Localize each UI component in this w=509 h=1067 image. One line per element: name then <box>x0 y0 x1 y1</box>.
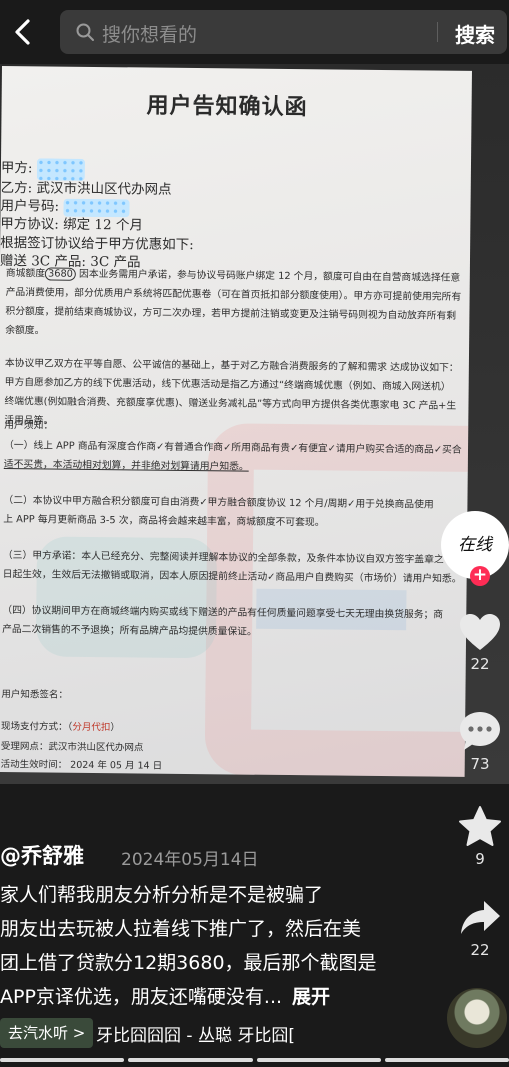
notice-1: （一）线上 APP 商品有深度合作商✓有普通合作商✓所用商品有贵✓有便宜✓请用户… <box>3 440 462 473</box>
post-date: 2024年05月14日 <box>121 850 259 870</box>
search-box[interactable]: 搜你想看的 搜索 <box>60 10 507 54</box>
chevron-left-icon <box>15 19 30 45</box>
notice-2: （二）本协议中甲方融合积分额度可自由消费✓甲方融合额度协议 12 个月/周期✓用… <box>3 495 434 529</box>
post-image[interactable]: 用户告知确认函 甲方: 乙方: 武汉市洪山区代办网点 用户号码: 甲方协议: 绑… <box>0 64 509 784</box>
share-count: 22 <box>470 941 490 959</box>
follow-button[interactable]: + <box>470 566 490 586</box>
heart-icon <box>460 614 500 650</box>
post-description[interactable]: 家人们帮我朋友分析分析是不是被骗了 朋友出去玩被人拉着线下推广了，然后在美 团上… <box>0 878 440 1014</box>
payment-method: 现场支付方式：（分月代扣） <box>1 721 120 734</box>
search-input[interactable]: 搜你想看的 <box>102 20 197 47</box>
music-title[interactable]: 牙比囧囧囧 - 丛聪 牙比囧[ <box>96 1021 295 1046</box>
progress-segment <box>384 1058 509 1062</box>
share-button[interactable]: 22 <box>455 898 505 959</box>
top-bar: 搜你想看的 搜索 <box>0 0 509 64</box>
notice-4: （四）协议期间甲方在商城终端内购买或线下赠送的产品有任何质量问题享受七天无理由换… <box>2 605 444 638</box>
comment-button[interactable]: 73 <box>455 710 505 773</box>
document-paper: 用户告知确认函 甲方: 乙方: 武汉市洪山区代办网点 用户号码: 甲方协议: 绑… <box>0 66 472 777</box>
venue-line: 受理网点：武汉市洪山区代办网点 <box>0 741 144 754</box>
expand-link[interactable]: 展开 <box>292 986 330 1008</box>
music-disc-icon[interactable] <box>447 988 507 1048</box>
favorite-button[interactable]: 9 <box>455 805 505 868</box>
like-button[interactable]: 22 <box>455 612 505 673</box>
comment-count: 73 <box>470 755 490 773</box>
share-arrow-icon <box>461 901 500 934</box>
search-icon <box>76 23 94 41</box>
search-divider <box>437 22 438 42</box>
progress-segment <box>0 1058 125 1062</box>
image-progress <box>0 1058 509 1062</box>
notice-3: （三）甲方承诺：本人已经充分、完整阅读并理解本协议的全部条款，及条件本协议自双方… <box>2 550 462 585</box>
like-count: 22 <box>470 655 490 673</box>
progress-segment <box>256 1058 381 1062</box>
effective-date: 活动生效时间： 2024 年 05 月 14 日 <box>0 759 163 772</box>
favorite-count: 9 <box>475 850 485 868</box>
star-icon <box>459 806 501 846</box>
search-button[interactable]: 搜索 <box>455 19 495 48</box>
author-name[interactable]: @乔舒雅 <box>0 840 84 870</box>
comment-icon <box>460 712 500 750</box>
signature-label: 用户知悉签名： <box>1 689 68 701</box>
document-title: 用户告知确认函 <box>146 92 308 121</box>
paragraph-credit: 商城额度 3680 因本业务需用户承诺，参与协议号码账户绑定 12 个月，额度可自… <box>5 267 462 337</box>
progress-segment <box>128 1058 253 1062</box>
music-app-tag[interactable]: 去汽水听 > <box>0 1018 94 1048</box>
back-button[interactable] <box>6 14 42 50</box>
